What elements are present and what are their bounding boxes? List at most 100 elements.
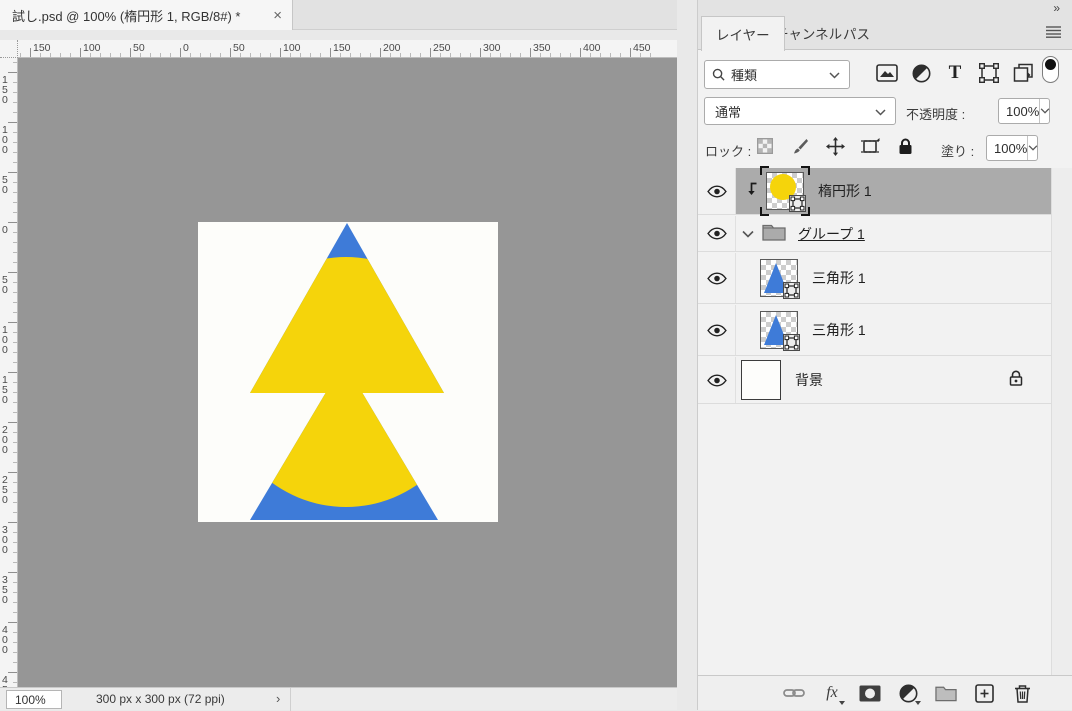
visibility-toggle[interactable]	[698, 168, 736, 214]
ruler-label: 3 0 0	[2, 525, 8, 555]
document-tab-title: 試し.psd @ 100% (楕円形 1, RGB/8#) *	[12, 6, 265, 25]
layers-panel: » レイヤー チャンネル パス 種類	[697, 0, 1072, 710]
lock-all-icon[interactable]	[894, 135, 916, 157]
chevron-down-icon	[875, 104, 886, 119]
new-layer-icon[interactable]	[973, 682, 995, 704]
panel-menu-icon[interactable]	[1046, 25, 1061, 43]
shape-layer-badge	[783, 334, 800, 351]
lock-pixels-icon[interactable]	[789, 135, 811, 157]
ellipse-shape	[221, 257, 471, 507]
clipping-mask-icon	[746, 182, 758, 201]
eye-icon	[707, 227, 727, 240]
layer-thumbnail[interactable]	[760, 311, 798, 349]
layer-name[interactable]: 三角形 1	[812, 268, 866, 288]
visibility-toggle[interactable]	[698, 253, 736, 303]
text-layers-icon[interactable]: T	[944, 62, 966, 84]
ruler-label: 4 5 0	[2, 675, 8, 687]
zoom-level-field[interactable]: 100%	[6, 690, 62, 709]
add-mask-icon[interactable]	[859, 682, 881, 704]
eye-icon	[707, 272, 727, 285]
expand-chevron-icon[interactable]	[742, 225, 754, 243]
ruler-label: 3 5 0	[2, 575, 8, 605]
new-group-icon[interactable]	[935, 682, 957, 704]
caret-icon	[839, 701, 845, 705]
layer-row-triangle-2[interactable]: 三角形 1	[698, 305, 1051, 356]
ruler-label: 50	[133, 43, 145, 53]
adjustment-layers-icon[interactable]	[910, 62, 932, 84]
document-tab[interactable]: 試し.psd @ 100% (楕円形 1, RGB/8#) * ×	[0, 0, 293, 30]
ruler-label: 0	[2, 225, 8, 235]
collapse-panels-icon[interactable]: »	[1053, 1, 1059, 15]
layer-row-ellipse[interactable]: 楕円形 1	[698, 168, 1051, 215]
ruler-label: 100	[83, 43, 101, 53]
layer-row-background[interactable]: 背景	[698, 357, 1051, 404]
tab-layers[interactable]: レイヤー	[701, 16, 785, 51]
layer-thumbnail[interactable]	[766, 172, 804, 210]
layer-name[interactable]: 楕円形 1	[818, 181, 872, 201]
smart-objects-icon[interactable]	[1012, 62, 1034, 84]
status-divider	[290, 688, 291, 711]
opacity-field[interactable]: 100%	[998, 98, 1050, 124]
status-expand-icon[interactable]: ›	[276, 691, 280, 706]
lock-artboard-icon[interactable]	[859, 135, 881, 157]
lock-transparent-icon[interactable]	[754, 135, 776, 157]
close-icon[interactable]: ×	[273, 7, 282, 24]
ruler-label: 5 0	[2, 175, 8, 195]
layer-row-group[interactable]: グループ 1	[698, 216, 1051, 252]
link-icon[interactable]	[783, 682, 805, 704]
caret-icon	[915, 701, 921, 705]
layer-thumbnail[interactable]	[760, 259, 798, 297]
chevron-down-icon[interactable]	[1027, 136, 1038, 160]
fx-icon[interactable]: fx	[821, 682, 843, 704]
search-icon	[712, 68, 725, 81]
pixel-layers-icon[interactable]	[876, 62, 898, 84]
visibility-toggle[interactable]	[698, 305, 736, 355]
filter-toggle-dot	[1045, 59, 1056, 70]
layer-name[interactable]: 背景	[795, 370, 823, 390]
ruler-label: 150	[333, 43, 351, 53]
ruler-label: 2 0 0	[2, 425, 8, 455]
adjustment-icon[interactable]	[897, 682, 919, 704]
ruler-label: 2 5 0	[2, 475, 8, 505]
layer-row-triangle-1[interactable]: 三角形 1	[698, 253, 1051, 304]
chevron-down-icon[interactable]	[1039, 99, 1050, 123]
layer-name[interactable]: 三角形 1	[812, 320, 866, 340]
blend-mode-select[interactable]: 通常	[704, 97, 896, 125]
fill-field[interactable]: 100%	[986, 135, 1038, 161]
status-bar: 100% 300 px x 300 px (72 ppi) ›	[0, 687, 677, 710]
ruler-label: 1 5 0	[2, 75, 8, 105]
filter-type-select[interactable]: 種類	[704, 60, 850, 89]
shape-layer-badge	[789, 195, 806, 212]
ruler-label: 250	[433, 43, 451, 53]
ruler-label: 4 0 0	[2, 625, 8, 655]
ruler-origin-corner[interactable]	[0, 40, 18, 58]
tab-paths[interactable]: パス	[829, 16, 884, 50]
ruler-label: 200	[383, 43, 401, 53]
ruler-label: 150	[33, 43, 51, 53]
canvas-workspace[interactable]	[18, 58, 677, 687]
layer-name[interactable]: グループ 1	[798, 224, 865, 244]
visibility-toggle[interactable]	[698, 357, 736, 403]
delete-icon[interactable]	[1011, 682, 1033, 704]
scroll-gutter[interactable]	[1051, 168, 1072, 675]
fill-label: 塗り :	[941, 141, 974, 160]
ruler-label: 100	[283, 43, 301, 53]
lock-position-icon[interactable]	[824, 135, 846, 157]
horizontal-ruler: 20015010050050100150200250300350400450	[0, 40, 677, 58]
lock-icon[interactable]	[1009, 370, 1023, 391]
panel-dock-header: »	[698, 0, 1072, 16]
ruler-label: 1 5 0	[2, 375, 8, 405]
opacity-label: 不透明度 :	[906, 104, 965, 123]
folder-icon	[762, 222, 786, 246]
filter-toggle[interactable]	[1042, 56, 1059, 83]
layer-thumbnail[interactable]	[741, 360, 781, 400]
chevron-down-icon	[829, 67, 840, 82]
document-canvas[interactable]	[198, 222, 498, 522]
shape-layers-icon[interactable]	[978, 62, 1000, 84]
visibility-toggle[interactable]	[698, 216, 736, 251]
document-tab-bar: 試し.psd @ 100% (楕円形 1, RGB/8#) * ×	[0, 0, 677, 30]
eye-icon	[707, 324, 727, 337]
ruler-label: 1 0 0	[2, 325, 8, 355]
eye-icon	[707, 185, 727, 198]
shape-layer-badge	[783, 282, 800, 299]
